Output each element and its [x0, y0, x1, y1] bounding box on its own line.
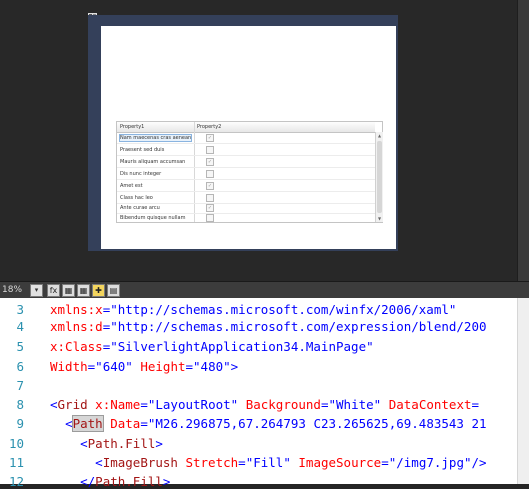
- code-line-5[interactable]: x:Class="SilverlightApplication34.MainPa…: [50, 339, 374, 354]
- code-line-10[interactable]: <Path.Fill>: [50, 436, 163, 451]
- zoom-level[interactable]: 18%: [2, 285, 22, 295]
- grid-cell[interactable]: Mauris aliquam accumsan: [120, 159, 185, 165]
- grid-cell[interactable]: Amet est: [120, 183, 143, 189]
- grid-scrollbar[interactable]: ▲ ▼: [375, 132, 383, 222]
- xaml-value: "http://schemas.microsoft.com/winfx/2006…: [110, 302, 457, 317]
- code-line-11[interactable]: <ImageBrush Stretch="Fill" ImageSource="…: [50, 455, 486, 470]
- xaml-attribute: x:Name: [95, 397, 141, 412]
- grid-checkbox[interactable]: ✓: [206, 204, 214, 212]
- code-line-9[interactable]: <Path Data="M26.296875,67.264793 C23.265…: [50, 415, 487, 432]
- grid-row[interactable]: Bibendum quisque nullam: [117, 212, 375, 223]
- effects-toggle-icon[interactable]: fx: [47, 284, 60, 297]
- column-header-property1[interactable]: Property1: [120, 124, 144, 130]
- line-number: 5: [16, 339, 24, 354]
- editor-scrollbar[interactable]: [517, 298, 529, 484]
- grid-row[interactable]: Dis nunc integer: [117, 168, 375, 180]
- line-number: 8: [16, 397, 24, 412]
- data-grid[interactable]: Property1 Property2 Nam maecenas cras ae…: [116, 121, 383, 223]
- xaml-attribute: Width: [50, 359, 88, 374]
- xaml-element: Grid: [57, 397, 88, 412]
- designer-toolbar: 18% ▾ fx ▦ ▦ ✚ ▤: [0, 281, 529, 298]
- grid-cell[interactable]: Ante curae arcu: [120, 205, 160, 211]
- annotations-icon[interactable]: ▤: [107, 284, 120, 297]
- designer-scrollbar[interactable]: [517, 0, 529, 281]
- line-number: 10: [8, 436, 24, 451]
- grid-row[interactable]: Mauris aliquam accumsan ✓: [117, 156, 375, 168]
- grid-checkbox[interactable]: ✓: [206, 182, 214, 190]
- code-line-6[interactable]: Width="640" Height="480">: [50, 359, 238, 374]
- xaml-element: ImageBrush: [102, 455, 178, 470]
- zoom-dropdown-icon[interactable]: ▾: [30, 284, 43, 297]
- xaml-value: "LayoutRoot": [147, 397, 239, 412]
- snap-lines-icon[interactable]: ✚: [92, 284, 105, 297]
- line-number: 9: [16, 416, 24, 431]
- grid-row[interactable]: Nam maecenas cras aenean ✓: [117, 132, 375, 144]
- grid-cell[interactable]: Dis nunc integer: [120, 171, 161, 177]
- line-number: 7: [16, 378, 24, 393]
- xaml-attribute: DataContext: [388, 397, 472, 412]
- xaml-punct: >: [230, 359, 239, 374]
- xaml-attribute: ImageSource: [298, 455, 382, 470]
- xaml-attribute: Height: [140, 359, 186, 374]
- grid-checkbox[interactable]: ✓: [206, 134, 214, 142]
- xaml-editor[interactable]: 3 4 5 6 7 8 9 10 11 12 xmlns:x="http://s…: [0, 298, 529, 489]
- xaml-value: "White": [328, 397, 382, 412]
- xaml-value: "http://schemas.microsoft.com/expression…: [110, 319, 487, 334]
- xaml-element-highlighted[interactable]: Path: [71, 415, 104, 432]
- grid-checkbox[interactable]: [206, 214, 214, 222]
- xaml-attribute: xmlns:d: [50, 319, 103, 334]
- grid-checkbox[interactable]: [206, 194, 214, 202]
- code-line-12[interactable]: </Path.Fill>: [50, 474, 170, 489]
- code-line-8[interactable]: <Grid x:Name="LayoutRoot" Background="Wh…: [50, 397, 479, 412]
- grid-checkbox[interactable]: [206, 146, 214, 154]
- grid-row[interactable]: Praesent sed duis: [117, 144, 375, 156]
- design-surface[interactable]: Property1 Property2 Nam maecenas cras ae…: [0, 0, 529, 281]
- line-number: 4: [16, 319, 24, 334]
- grid-cell[interactable]: Praesent sed duis: [120, 147, 164, 153]
- grid-checkbox[interactable]: [206, 170, 214, 178]
- column-header-property2[interactable]: Property2: [197, 124, 221, 130]
- xaml-value: "Fill": [245, 455, 291, 470]
- xaml-value: "640": [95, 359, 133, 374]
- grid-scroll-thumb[interactable]: [377, 141, 382, 213]
- grid-cell[interactable]: Bibendum quisque nullam: [120, 215, 185, 221]
- xaml-value: "SilverlightApplication34.MainPage": [110, 339, 374, 354]
- xaml-value: "M26.296875,67.264793 C23.265625,69.4835…: [147, 416, 487, 431]
- line-number: 3: [16, 302, 24, 317]
- xaml-value: "480": [193, 359, 231, 374]
- xaml-attribute: Stretch: [185, 455, 239, 470]
- code-line-3[interactable]: xmlns:x="http://schemas.microsoft.com/wi…: [50, 302, 456, 317]
- scroll-down-icon[interactable]: ▼: [377, 216, 382, 221]
- grid-cell[interactable]: Nam maecenas cras aenean: [118, 134, 193, 142]
- line-number: 12: [8, 474, 24, 489]
- xaml-element: Path.Fill: [95, 474, 163, 489]
- xaml-attribute: Data: [110, 416, 141, 431]
- line-number: 6: [16, 359, 24, 374]
- line-number: 11: [8, 455, 24, 470]
- xaml-attribute: x:Class: [50, 339, 103, 354]
- show-grid-icon[interactable]: ▦: [62, 284, 75, 297]
- xaml-value: "/img7.jpg": [388, 455, 472, 470]
- xaml-element: Path.Fill: [87, 436, 156, 451]
- snap-grid-icon[interactable]: ▦: [77, 284, 90, 297]
- xaml-attribute: xmlns:x: [50, 302, 103, 317]
- grid-cell[interactable]: Class hac leo: [120, 195, 153, 201]
- code-line-4[interactable]: xmlns:d="http://schemas.microsoft.com/ex…: [50, 319, 487, 334]
- scroll-up-icon[interactable]: ▲: [377, 133, 382, 138]
- xaml-attribute: Background: [245, 397, 321, 412]
- grid-checkbox[interactable]: ✓: [206, 158, 214, 166]
- grid-row[interactable]: Amet est ✓: [117, 180, 375, 192]
